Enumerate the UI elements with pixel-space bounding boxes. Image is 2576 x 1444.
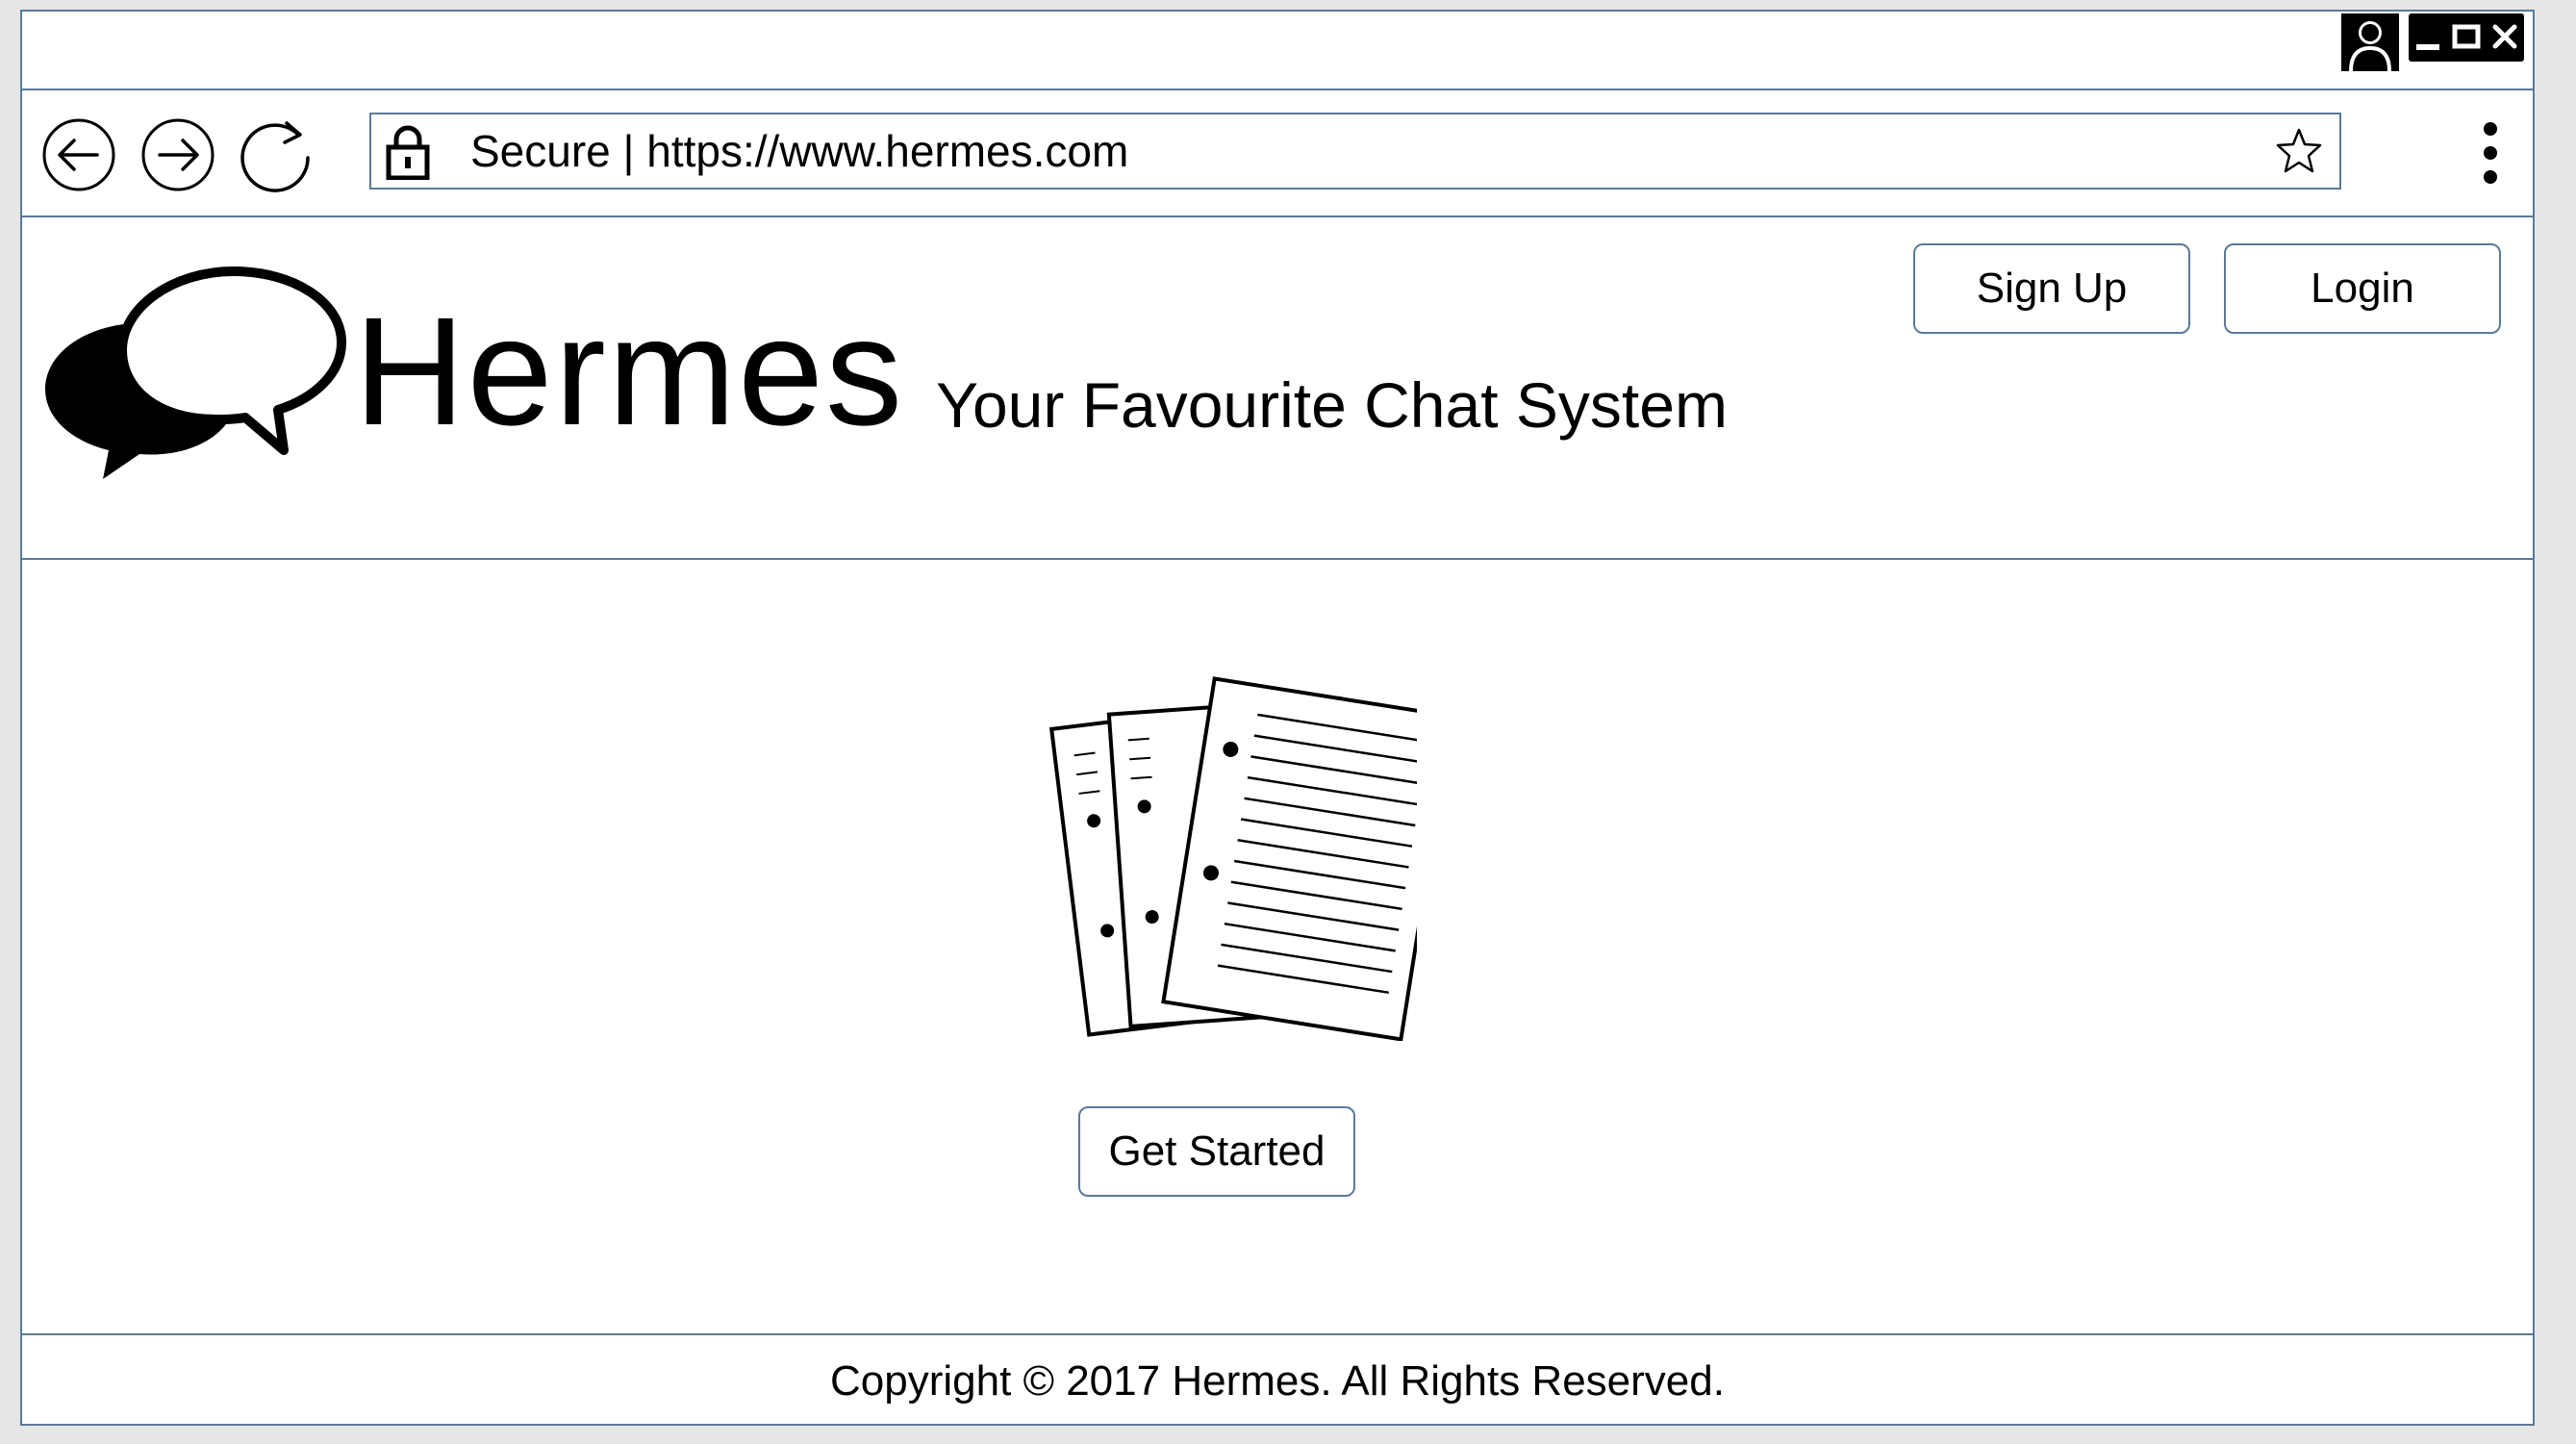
user-profile-icon[interactable]	[2341, 13, 2399, 71]
main-content: Get Started	[22, 560, 2533, 1341]
sign-up-button[interactable]: Sign Up	[1913, 243, 2190, 334]
title-bar	[22, 12, 2533, 90]
star-icon[interactable]	[2274, 126, 2324, 176]
maximize-icon[interactable]	[2447, 13, 2486, 62]
lock-icon	[386, 125, 430, 180]
navigation-bar: Secure | https://www.hermes.com	[22, 90, 2533, 217]
forward-arrow-icon[interactable]	[140, 117, 215, 192]
window-controls	[2409, 13, 2524, 62]
back-arrow-icon[interactable]	[41, 117, 116, 192]
kebab-menu-icon[interactable]	[2476, 119, 2505, 187]
brand-name: Hermes	[354, 285, 905, 457]
footer: Copyright © 2017 Hermes. All Rights Rese…	[22, 1333, 2533, 1428]
get-started-button[interactable]: Get Started	[1078, 1106, 1355, 1197]
url-text: https://www.hermes.com	[646, 126, 1129, 176]
site-header: Hermes Your Favourite Chat System Sign U…	[22, 217, 2533, 560]
browser-window: Secure | https://www.hermes.com Hermes Y…	[20, 10, 2535, 1426]
url-display[interactable]: Secure | https://www.hermes.com	[470, 114, 1128, 188]
minimize-icon[interactable]	[2409, 13, 2447, 62]
url-separator: |	[622, 126, 635, 176]
address-bar[interactable]: Secure | https://www.hermes.com	[369, 113, 2341, 190]
reload-icon[interactable]	[239, 117, 314, 192]
secure-label: Secure	[470, 126, 611, 176]
copyright-text: Copyright © 2017 Hermes. All Rights Rese…	[830, 1357, 1725, 1405]
chat-bubbles-icon	[45, 266, 346, 479]
tagline: Your Favourite Chat System	[936, 369, 1728, 441]
login-button[interactable]: Login	[2224, 243, 2501, 334]
close-icon[interactable]	[2486, 13, 2524, 62]
documents-icon	[1048, 676, 1417, 1041]
